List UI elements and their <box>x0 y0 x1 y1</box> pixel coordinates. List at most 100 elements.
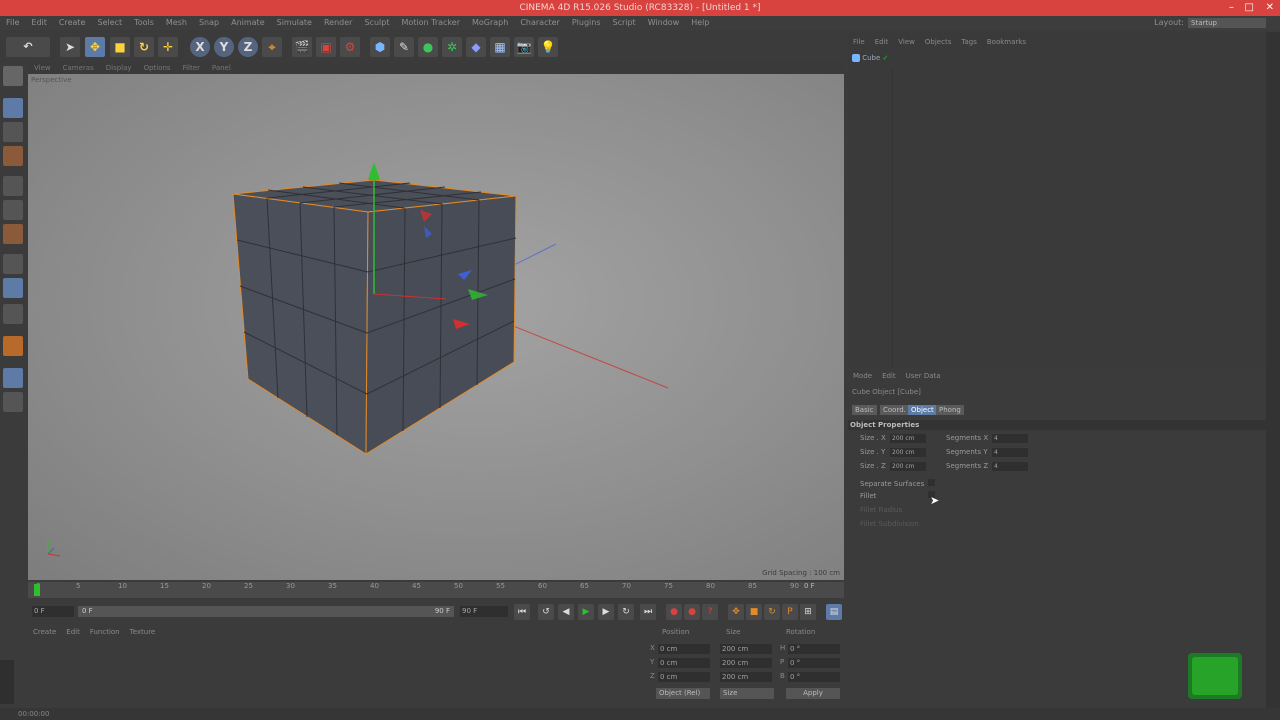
separate-surfaces-checkbox[interactable] <box>928 479 935 486</box>
key-pla-icon[interactable]: ⊞ <box>800 604 816 620</box>
menu-script[interactable]: Script <box>606 16 641 30</box>
key-scale-icon[interactable]: ■ <box>746 604 762 620</box>
menu-simulate[interactable]: Simulate <box>271 16 318 30</box>
render-picture-viewer-icon[interactable]: ▣ <box>316 37 336 57</box>
axis-x-lock-button[interactable]: X <box>190 37 210 57</box>
menu-help[interactable]: Help <box>685 16 715 30</box>
previous-frame-icon[interactable]: ◀ <box>558 604 574 620</box>
material-menu-edit[interactable]: Edit <box>61 626 85 638</box>
menu-sculpt[interactable]: Sculpt <box>358 16 395 30</box>
rotation-h-field[interactable]: 0 ° <box>788 644 840 654</box>
size-mode-select[interactable]: Size <box>720 688 774 699</box>
polygons-mode-icon[interactable] <box>3 224 23 244</box>
timeline-ruler[interactable]: 0 5 10 15 20 25 30 35 40 45 50 55 60 65 … <box>28 582 844 598</box>
close-button[interactable]: ✕ <box>1266 0 1274 16</box>
menu-render[interactable]: Render <box>318 16 358 30</box>
next-frame-icon[interactable]: ▶ <box>598 604 614 620</box>
light-icon[interactable]: 💡 <box>538 37 558 57</box>
segments-z-value[interactable]: 4 <box>992 462 1028 471</box>
menu-snap[interactable]: Snap <box>193 16 225 30</box>
texture-mode-icon[interactable] <box>3 122 23 142</box>
segments-x-value[interactable]: 4 <box>992 434 1028 443</box>
model-mode-icon[interactable] <box>3 98 23 118</box>
viewport-menu-cameras[interactable]: Cameras <box>57 62 100 74</box>
om-menu-file[interactable]: File <box>848 36 870 48</box>
pen-spline-icon[interactable]: ✎ <box>394 37 414 57</box>
rotate-tool-icon[interactable]: ↻ <box>134 37 154 57</box>
om-menu-bookmarks[interactable]: Bookmarks <box>982 36 1031 48</box>
deformer-icon[interactable]: ◆ <box>466 37 486 57</box>
tab-basic[interactable]: Basic <box>852 405 877 415</box>
position-y-field[interactable]: 0 cm <box>658 658 710 668</box>
recent-tool-icon[interactable]: ✛ <box>158 37 178 57</box>
axis-y-lock-button[interactable]: Y <box>214 37 234 57</box>
key-parameter-icon[interactable]: P <box>782 604 798 620</box>
start-frame-field[interactable]: 0 F <box>32 606 74 617</box>
size-x-field[interactable]: 200 cm <box>720 644 772 654</box>
position-z-field[interactable]: 0 cm <box>658 672 710 682</box>
am-menu-edit[interactable]: Edit <box>877 370 901 382</box>
material-menu-function[interactable]: Function <box>85 626 125 638</box>
menu-file[interactable]: File <box>0 16 25 30</box>
viewport-menu-panel[interactable]: Panel <box>206 62 237 74</box>
frame-range-slider[interactable]: 0 F 90 F <box>78 606 454 617</box>
apply-button[interactable]: Apply <box>786 688 840 699</box>
rotation-p-field[interactable]: 0 ° <box>788 658 840 668</box>
end-frame-field[interactable]: 90 F <box>460 606 508 617</box>
segments-y-value[interactable]: 4 <box>992 448 1028 457</box>
cube-primitive-icon[interactable]: ⬢ <box>370 37 390 57</box>
axis-mode-icon[interactable] <box>3 254 23 274</box>
autokey-icon[interactable]: ● <box>684 604 700 620</box>
cloner-icon[interactable]: ✲ <box>442 37 462 57</box>
om-menu-edit[interactable]: Edit <box>870 36 894 48</box>
coordinate-system-icon[interactable]: ⌖ <box>262 37 282 57</box>
go-to-end-icon[interactable]: ⏭ <box>640 604 656 620</box>
workplane-icon[interactable] <box>3 146 23 166</box>
menu-create[interactable]: Create <box>53 16 92 30</box>
position-x-field[interactable]: 0 cm <box>658 644 710 654</box>
move-tool-icon[interactable]: ✥ <box>85 37 105 57</box>
menu-mograph[interactable]: MoGraph <box>466 16 514 30</box>
am-menu-user-data[interactable]: User Data <box>901 370 946 382</box>
snap-icon[interactable] <box>3 304 23 324</box>
rotation-b-field[interactable]: 0 ° <box>788 672 840 682</box>
select-tool-icon[interactable]: ➤ <box>60 37 80 57</box>
key-rotation-icon[interactable]: ↻ <box>764 604 780 620</box>
keyframe-selection-icon[interactable]: ? <box>702 604 718 620</box>
size-z-value[interactable]: 200 cm <box>890 462 926 471</box>
axis-z-lock-button[interactable]: Z <box>238 37 258 57</box>
tweak-mode-icon[interactable] <box>3 278 23 298</box>
menu-motion-tracker[interactable]: Motion Tracker <box>395 16 466 30</box>
viewport-menu-view[interactable]: View <box>28 62 57 74</box>
visibility-check-icon[interactable]: ✓ <box>883 54 889 62</box>
material-menu-texture[interactable]: Texture <box>125 626 161 638</box>
tab-coord[interactable]: Coord. <box>880 405 909 415</box>
make-editable-icon[interactable] <box>3 66 23 86</box>
om-menu-objects[interactable]: Objects <box>920 36 956 48</box>
next-key-icon[interactable]: ↻ <box>618 604 634 620</box>
material-menu-create[interactable]: Create <box>28 626 61 638</box>
edges-mode-icon[interactable] <box>3 200 23 220</box>
maximize-button[interactable]: □ <box>1245 0 1254 16</box>
size-x-value[interactable]: 200 cm <box>890 434 926 443</box>
key-position-icon[interactable]: ✥ <box>728 604 744 620</box>
planar-workplane-icon[interactable] <box>3 392 23 412</box>
timeline-window-icon[interactable]: ▤ <box>826 604 842 620</box>
menu-plugins[interactable]: Plugins <box>566 16 607 30</box>
menu-select[interactable]: Select <box>91 16 128 30</box>
tab-object[interactable]: Object <box>908 405 937 415</box>
menu-character[interactable]: Character <box>514 16 566 30</box>
size-y-field[interactable]: 200 cm <box>720 658 772 668</box>
lock-workplane-icon[interactable] <box>3 368 23 388</box>
size-z-field[interactable]: 200 cm <box>720 672 772 682</box>
coordinate-mode-select[interactable]: Object (Rel) <box>656 688 710 699</box>
minimize-button[interactable]: – <box>1229 0 1234 16</box>
scale-tool-icon[interactable]: ■ <box>110 37 130 57</box>
om-menu-tags[interactable]: Tags <box>956 36 982 48</box>
layout-select[interactable]: Startup <box>1188 18 1266 28</box>
menu-edit[interactable]: Edit <box>25 16 53 30</box>
om-menu-view[interactable]: View <box>893 36 920 48</box>
points-mode-icon[interactable] <box>3 176 23 196</box>
go-to-start-icon[interactable]: ⏮ <box>514 604 530 620</box>
menu-window[interactable]: Window <box>642 16 686 30</box>
